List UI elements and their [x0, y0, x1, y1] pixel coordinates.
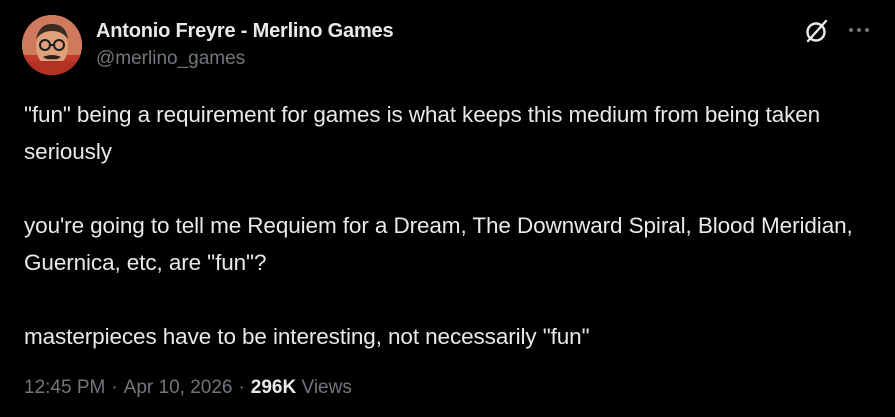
- tweet-timestamp-time[interactable]: 12:45 PM: [24, 377, 105, 398]
- author-block: Antonio Freyre - Merlino Games @merlino_…: [96, 17, 394, 72]
- avatar-image: [22, 15, 82, 75]
- grok-icon[interactable]: [804, 18, 830, 44]
- tweet-paragraph: you're going to tell me Requiem for a Dr…: [24, 213, 853, 275]
- avatar[interactable]: [22, 15, 82, 75]
- views-label: Views: [301, 377, 352, 398]
- tweet-text: "fun" being a requirement for games is w…: [24, 96, 874, 355]
- meta-separator: ·: [111, 377, 118, 398]
- tweet-paragraph: masterpieces have to be interesting, not…: [24, 324, 590, 349]
- author-handle[interactable]: @merlino_games: [96, 46, 393, 72]
- tweet-meta: 12:45 PM · Apr 10, 2026 · 296K Views: [24, 375, 352, 401]
- author-display-name[interactable]: Antonio Freyre - Merlino Games: [96, 17, 394, 45]
- views-count: 296K: [250, 377, 297, 398]
- more-icon[interactable]: [846, 20, 872, 40]
- meta-separator: ·: [238, 377, 245, 398]
- tweet-card: Antonio Freyre - Merlino Games @merlino_…: [0, 0, 895, 417]
- tweet-paragraph: "fun" being a requirement for games is w…: [24, 102, 821, 164]
- tweet-timestamp-date[interactable]: Apr 10, 2026: [124, 377, 233, 398]
